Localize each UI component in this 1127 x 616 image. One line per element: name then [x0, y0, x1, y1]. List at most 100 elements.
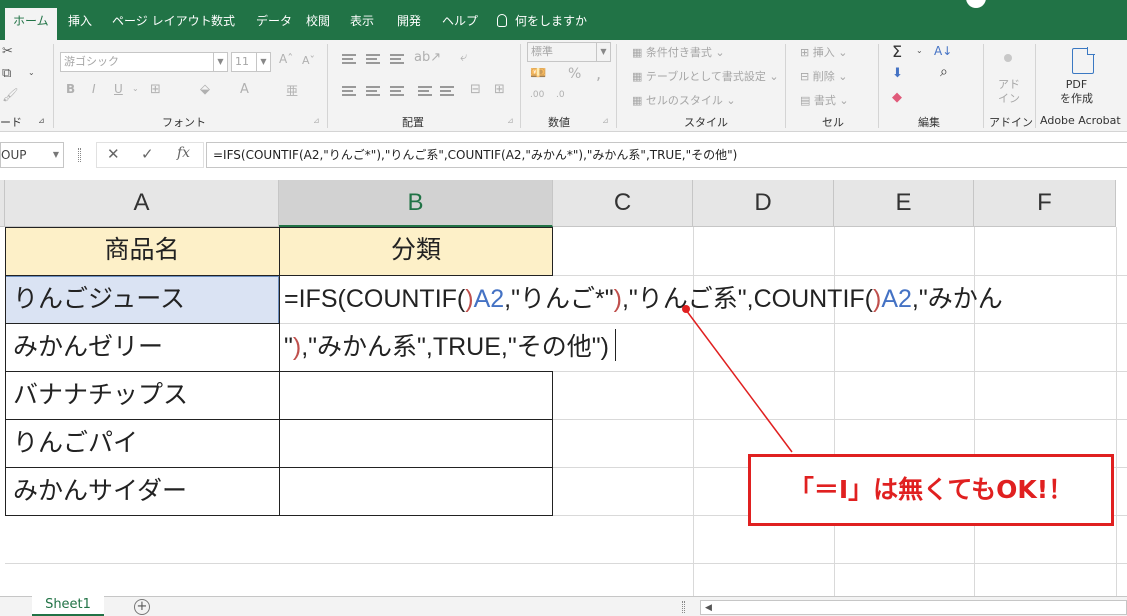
chevron-down-icon[interactable]: ⌄: [28, 68, 35, 77]
merge-options-icon[interactable]: ⊞: [494, 82, 505, 97]
font-name-box[interactable]: 游ゴシック ▼: [60, 52, 228, 72]
merge-center-icon[interactable]: ⊟: [470, 82, 481, 97]
account-icon[interactable]: [966, 0, 986, 8]
product-cell[interactable]: みかんゼリー: [13, 324, 163, 370]
dialog-launcher-icon[interactable]: ⊿: [602, 116, 609, 125]
cancel-icon[interactable]: ✕: [107, 145, 120, 163]
header-cell-category[interactable]: 分類: [279, 227, 553, 275]
chevron-down-icon[interactable]: ⌄: [132, 84, 139, 93]
tell-me-search[interactable]: 何をしますか: [495, 10, 589, 40]
addin-button[interactable]: アド イン: [998, 78, 1020, 106]
tab-formulas[interactable]: 数式: [209, 10, 237, 40]
delete-cells-button[interactable]: ⊟ 削除 ⌄: [800, 68, 847, 84]
formula-input[interactable]: =IFS(COUNTIF(A2,"りんご*"),"りんご系",COUNTIF(A…: [206, 142, 1127, 168]
wrap-text-icon[interactable]: ⤶: [460, 50, 467, 65]
group-separator: [785, 44, 786, 128]
adobe-group-label: Adobe Acrobat: [1040, 114, 1121, 127]
align-right-icon[interactable]: [390, 86, 404, 96]
format-cells-button[interactable]: ▤ 書式 ⌄: [800, 92, 849, 108]
column-header-c[interactable]: C: [553, 180, 693, 227]
header-cell-product-name[interactable]: 商品名: [5, 227, 279, 275]
insert-function-icon[interactable]: fx: [177, 145, 190, 161]
italic-icon[interactable]: I: [92, 82, 96, 96]
comma-icon[interactable]: ,: [596, 64, 601, 83]
copy-icon[interactable]: ⧉: [2, 66, 11, 81]
increase-font-icon[interactable]: Aˆ: [279, 52, 293, 66]
group-separator: [327, 44, 328, 128]
font-color-icon[interactable]: A: [240, 82, 249, 97]
cells-group-label: セル: [822, 116, 844, 129]
product-cell[interactable]: りんごジュース: [13, 276, 185, 322]
increase-indent-icon[interactable]: [440, 86, 454, 96]
decrease-font-icon[interactable]: Aˇ: [302, 54, 315, 67]
dialog-launcher-icon[interactable]: ⊿: [38, 116, 45, 125]
underline-icon[interactable]: U: [114, 82, 123, 96]
tab-review[interactable]: 校閲: [304, 10, 332, 40]
align-left-icon[interactable]: [342, 86, 356, 96]
find-select-icon[interactable]: ⌕: [940, 64, 948, 80]
column-header-a[interactable]: A: [5, 180, 279, 227]
tab-home[interactable]: ホーム: [5, 8, 57, 40]
horizontal-scrollbar[interactable]: ◀: [700, 600, 1127, 615]
column-header-d[interactable]: D: [693, 180, 834, 227]
callout-box: 「＝I」は無くてもOK!！: [748, 454, 1114, 526]
decrease-decimal-icon[interactable]: .0: [556, 90, 565, 100]
tab-help[interactable]: ヘルプ: [440, 10, 480, 40]
product-cell[interactable]: りんごパイ: [13, 420, 138, 466]
styles-group-label: スタイル: [684, 116, 728, 129]
fill-icon[interactable]: ⬇: [892, 66, 903, 81]
align-middle-icon[interactable]: [366, 54, 380, 64]
column-header-e[interactable]: E: [834, 180, 974, 227]
cell-edit-line-1[interactable]: =IFS(COUNTIF()A2,"りんご*"),"りんご系",COUNTIF(…: [284, 276, 1003, 322]
phonetic-icon[interactable]: 亜: [286, 82, 298, 99]
product-cell[interactable]: バナナチップス: [13, 372, 188, 418]
add-sheet-icon[interactable]: +: [134, 599, 150, 615]
insert-cells-button[interactable]: ⊞ 挿入 ⌄: [800, 44, 847, 60]
align-top-icon[interactable]: [342, 54, 356, 64]
tab-page-layout[interactable]: ページ レイアウト: [110, 10, 214, 40]
dialog-launcher-icon[interactable]: ⊿: [507, 116, 514, 125]
name-box[interactable]: OUP ▼: [0, 142, 64, 168]
tab-insert[interactable]: 挿入: [66, 10, 94, 40]
tab-splitter[interactable]: [682, 601, 685, 613]
create-pdf-button[interactable]: PDF を作成: [1060, 78, 1093, 106]
scroll-left-icon[interactable]: ◀: [705, 603, 712, 613]
cell-styles-button[interactable]: ▦ セルのスタイル ⌄: [632, 92, 736, 108]
decrease-indent-icon[interactable]: [418, 86, 432, 96]
chevron-down-icon[interactable]: ⌄: [916, 46, 923, 55]
group-separator: [983, 44, 984, 128]
column-header-f[interactable]: F: [974, 180, 1116, 227]
currency-icon[interactable]: 💴: [530, 66, 546, 81]
table-border: [279, 227, 280, 516]
product-cell[interactable]: みかんサイダー: [13, 468, 187, 514]
format-as-table-button[interactable]: ▦ テーブルとして書式設定 ⌄: [632, 68, 779, 84]
clear-icon[interactable]: ◆: [892, 90, 902, 105]
format-painter-icon[interactable]: 🖌: [2, 88, 19, 103]
number-format-box[interactable]: 標準 ▼: [527, 42, 611, 62]
alignment-group-label: 配置: [402, 116, 424, 129]
sort-filter-icon[interactable]: A↓: [934, 44, 952, 58]
dialog-launcher-icon[interactable]: ⊿: [313, 116, 320, 125]
table-border: [5, 227, 6, 516]
conditional-format-button[interactable]: ▦ 条件付き書式 ⌄: [632, 44, 725, 60]
autosum-icon[interactable]: Σ: [892, 42, 902, 61]
tab-view[interactable]: 表示: [348, 10, 376, 40]
cell-edit-line-2[interactable]: "),"みかん系",TRUE,"その他"): [284, 324, 616, 370]
borders-icon[interactable]: ⊞: [150, 82, 161, 97]
enter-icon[interactable]: ✓: [141, 145, 154, 163]
percent-icon[interactable]: %: [568, 66, 581, 82]
tab-developer[interactable]: 開発: [395, 10, 423, 40]
sheet-tab-sheet1[interactable]: Sheet1: [32, 596, 104, 616]
align-bottom-icon[interactable]: [390, 54, 404, 64]
font-size-box[interactable]: 11 ▼: [231, 52, 271, 72]
resize-handle[interactable]: [78, 148, 81, 162]
align-center-icon[interactable]: [366, 86, 380, 96]
orientation-icon[interactable]: ab↗: [414, 50, 441, 65]
fill-color-icon[interactable]: ⬙: [200, 82, 210, 97]
tab-data[interactable]: データ: [254, 10, 294, 40]
increase-decimal-icon[interactable]: .00: [530, 90, 544, 100]
column-header-b[interactable]: B: [279, 180, 553, 227]
worksheet-grid: A B C D E F 商品名 分類 りんごジュース みかんゼリー バナナチップ…: [0, 180, 1127, 596]
cut-icon[interactable]: ✂: [2, 44, 13, 59]
bold-icon[interactable]: B: [66, 82, 75, 96]
